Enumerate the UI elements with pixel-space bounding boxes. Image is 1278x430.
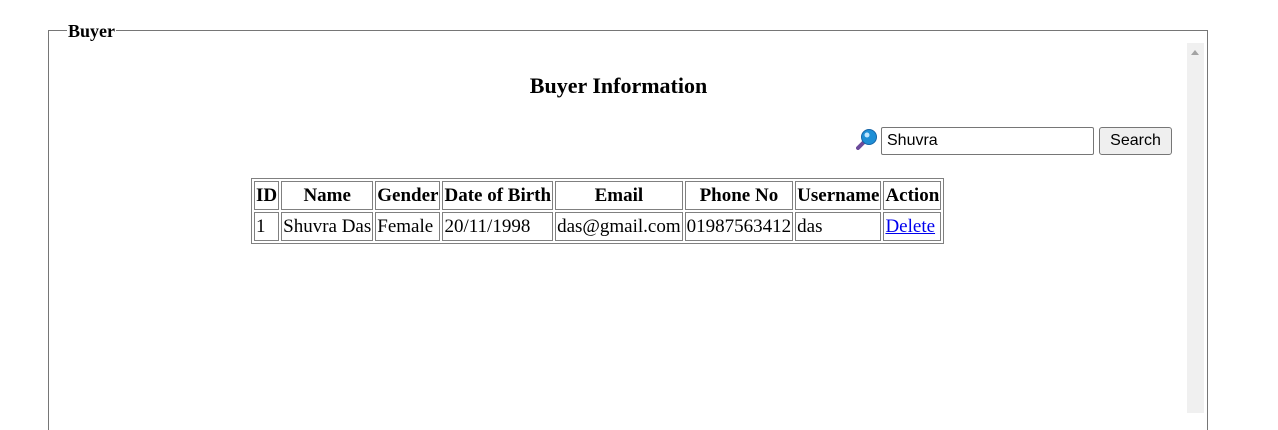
- column-header-gender: Gender: [375, 181, 441, 210]
- table-row: 1 Shuvra Das Female 20/11/1998 das@gmail…: [254, 212, 942, 241]
- column-header-dob: Date of Birth: [442, 181, 554, 210]
- search-icon: [856, 129, 877, 150]
- column-header-username: Username: [795, 181, 882, 210]
- cell-dob: 20/11/1998: [442, 212, 554, 241]
- search-button[interactable]: Search: [1099, 127, 1172, 155]
- cell-gender: Female: [375, 212, 441, 241]
- scroll-up-arrow-icon[interactable]: [1191, 50, 1199, 55]
- cell-name: Shuvra Das: [281, 212, 374, 241]
- column-header-phone: Phone No: [684, 181, 794, 210]
- search-input[interactable]: [881, 127, 1094, 155]
- column-header-name: Name: [281, 181, 374, 210]
- cell-username: das: [795, 212, 882, 241]
- column-header-action: Action: [883, 181, 942, 210]
- column-header-email: Email: [555, 181, 683, 210]
- cell-action: Delete: [883, 212, 942, 241]
- table-header-row: ID Name Gender Date of Birth Email Phone…: [254, 181, 942, 210]
- page-title: Buyer Information: [529, 73, 708, 98]
- column-header-id: ID: [254, 181, 280, 210]
- cell-email: das@gmail.com: [555, 212, 683, 241]
- cell-id: 1: [254, 212, 280, 241]
- buyer-table: ID Name Gender Date of Birth Email Phone…: [251, 178, 945, 244]
- cell-phone: 01987563412: [684, 212, 794, 241]
- delete-link[interactable]: Delete: [885, 216, 935, 237]
- fieldset-legend: Buyer: [67, 21, 116, 41]
